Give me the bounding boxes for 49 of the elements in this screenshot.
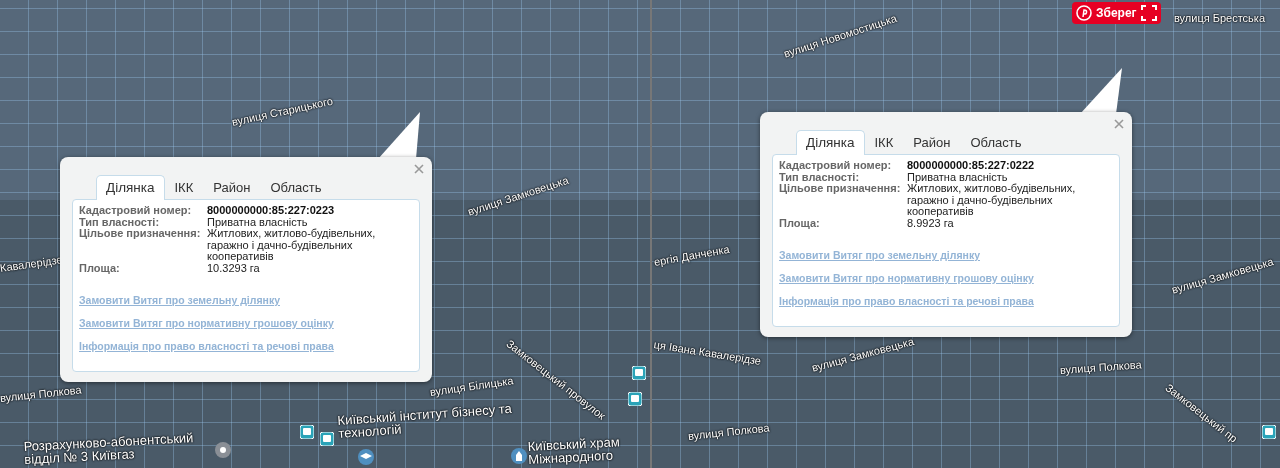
graduation-cap-icon — [357, 448, 375, 466]
field-value: 8000000000:85:227:0222 — [907, 160, 1036, 172]
field-label: Тип власності: — [79, 216, 160, 228]
street-label: Розрахунково-абонентський відділ № 3 Київгаз — [23, 430, 195, 466]
pin-logo-icon — [1076, 5, 1092, 21]
tab[interactable]: Район — [203, 175, 261, 200]
tab[interactable]: ІКК — [164, 175, 204, 200]
street-label: вулиця Полкова — [687, 421, 770, 442]
save-button[interactable]: Зберег — [1072, 2, 1161, 24]
field-value: 8.9923 га — [907, 217, 954, 229]
field-label: Цільове призначення: — [79, 228, 202, 240]
street-label: Київський храм Міжнародного — [527, 433, 622, 466]
tab[interactable]: Ділянка — [96, 175, 165, 200]
bus-stop-icon — [320, 432, 334, 446]
field-value: Житлових, житлово-будівельних, гаражно і дачно-будівельних кооперативів — [207, 228, 377, 263]
street-label: вулиця Полкова — [0, 383, 82, 404]
bus-stop-icon — [632, 366, 646, 380]
focus-frame-icon — [1140, 5, 1157, 21]
bus-stop-icon — [628, 392, 642, 406]
field-label: Площа: — [779, 217, 821, 229]
street-label: вулиця Полкова — [1059, 358, 1143, 376]
popup-pointer — [378, 112, 420, 159]
street-label: Київський інститут бізнесу та технологій — [337, 400, 514, 440]
bus-stop-icon — [300, 425, 314, 439]
field-label: Цільове призначення: — [779, 183, 902, 195]
street-label: Кавалерідзе — [0, 253, 64, 274]
tab[interactable]: Район — [903, 130, 961, 155]
field-label: Кадастровий номер: — [779, 160, 893, 172]
field-value: Приватна власність — [907, 171, 1009, 183]
popup-pointer — [1080, 68, 1122, 114]
tab[interactable]: Область — [260, 175, 332, 200]
church-icon — [510, 447, 528, 465]
field-label: Площа: — [79, 262, 121, 274]
bus-stop-icon — [1262, 425, 1276, 439]
tab[interactable]: Область — [960, 130, 1032, 155]
close-icon[interactable] — [414, 164, 424, 174]
field-value: 8000000000:85:227:0223 — [207, 205, 336, 217]
tab[interactable]: ІКК — [864, 130, 904, 155]
close-icon[interactable] — [1114, 119, 1124, 129]
location-pin-icon — [214, 441, 232, 459]
field-value: Житлових, житлово-будівельних, гаражно і дачно-будівельних кооперативів — [907, 183, 1077, 218]
field-value: Приватна власність — [207, 216, 309, 228]
field-label: Тип власності: — [779, 171, 860, 183]
field-label: Кадастровий номер: — [79, 205, 193, 217]
street-label: вулиця Брестська — [1174, 12, 1265, 24]
street-label: ергія Данченка — [652, 242, 731, 268]
street-label: вулиця Старицького — [230, 94, 334, 128]
field-value: 10.3293 га — [207, 262, 260, 274]
tab[interactable]: Ділянка — [796, 130, 865, 155]
